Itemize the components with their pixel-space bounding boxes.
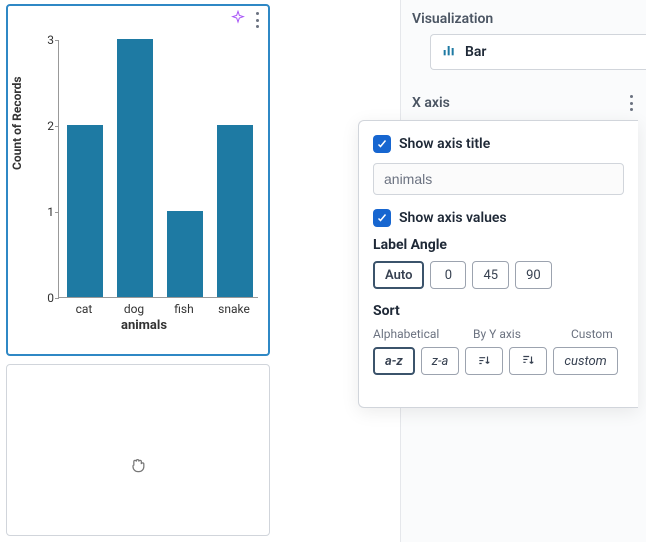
axis-title-input[interactable] bbox=[373, 163, 624, 195]
sort-az-button[interactable]: a-z bbox=[373, 347, 415, 375]
x-tick: snake bbox=[210, 302, 258, 316]
bar-fish bbox=[167, 211, 203, 297]
bar-snake bbox=[217, 125, 253, 297]
label-angle-header: Label Angle bbox=[373, 237, 624, 253]
x-tick: dog bbox=[110, 302, 158, 316]
chart-toolbar bbox=[230, 10, 260, 30]
more-icon[interactable] bbox=[256, 12, 260, 28]
x-tick: cat bbox=[60, 302, 108, 316]
visualization-value: Bar bbox=[465, 44, 486, 60]
y-tick: 2 bbox=[34, 119, 54, 133]
angle-90-button[interactable]: 90 bbox=[515, 261, 552, 289]
y-axis-label: Count of Records bbox=[10, 76, 24, 170]
angle-auto-button[interactable]: Auto bbox=[373, 261, 424, 289]
sort-group-custom: Custom bbox=[571, 327, 624, 341]
y-tick: 1 bbox=[34, 205, 54, 219]
chart-area: Count of Records 0 1 2 3 cat dog fish sn… bbox=[28, 40, 260, 320]
sort-custom-button[interactable]: custom bbox=[553, 347, 617, 375]
sort-header: Sort bbox=[373, 303, 624, 319]
x-axis-header[interactable]: X axis bbox=[400, 88, 646, 118]
assistant-icon[interactable] bbox=[230, 10, 246, 30]
sort-group-alpha: Alphabetical bbox=[373, 327, 473, 341]
show-axis-title-row[interactable]: Show axis title bbox=[373, 135, 624, 153]
more-icon[interactable] bbox=[630, 95, 634, 111]
sort-group-byy: By Y axis bbox=[473, 327, 571, 341]
empty-card[interactable] bbox=[6, 364, 270, 536]
sort-group-labels: Alphabetical By Y axis Custom bbox=[373, 327, 624, 341]
sort-y-asc-button[interactable] bbox=[465, 347, 503, 375]
visualization-header-label: Visualization bbox=[412, 11, 493, 27]
chart-card[interactable]: Count of Records 0 1 2 3 cat dog fish sn… bbox=[6, 4, 270, 356]
x-axis-settings-panel: Show axis title Show axis values Label A… bbox=[358, 120, 638, 408]
sort-desc-icon bbox=[520, 353, 536, 370]
bar-chart-icon bbox=[441, 42, 457, 62]
show-axis-values-label: Show axis values bbox=[399, 210, 507, 226]
x-axis-header-label: X axis bbox=[412, 95, 450, 111]
grab-cursor-icon bbox=[128, 455, 148, 479]
y-tick: 0 bbox=[34, 291, 54, 305]
visualization-select[interactable]: Bar bbox=[430, 34, 646, 70]
show-axis-title-label: Show axis title bbox=[399, 136, 490, 152]
sort-asc-icon bbox=[476, 353, 492, 370]
show-axis-title-checkbox[interactable] bbox=[373, 135, 391, 153]
bar-dog bbox=[117, 39, 153, 297]
plot-area bbox=[58, 40, 258, 298]
label-angle-group: Auto 0 45 90 bbox=[373, 261, 624, 289]
x-tick: fish bbox=[160, 302, 208, 316]
y-tick: 3 bbox=[34, 33, 54, 47]
show-axis-values-checkbox[interactable] bbox=[373, 209, 391, 227]
angle-45-button[interactable]: 45 bbox=[472, 261, 509, 289]
show-axis-values-row[interactable]: Show axis values bbox=[373, 209, 624, 227]
sort-za-button[interactable]: z-a bbox=[421, 347, 460, 375]
x-axis-label: animals bbox=[28, 318, 260, 333]
visualization-header[interactable]: Visualization bbox=[400, 4, 646, 34]
angle-0-button[interactable]: 0 bbox=[430, 261, 466, 289]
sort-buttons: a-z z-a custom bbox=[373, 347, 624, 375]
sort-y-desc-button[interactable] bbox=[509, 347, 547, 375]
bar-cat bbox=[67, 125, 103, 297]
